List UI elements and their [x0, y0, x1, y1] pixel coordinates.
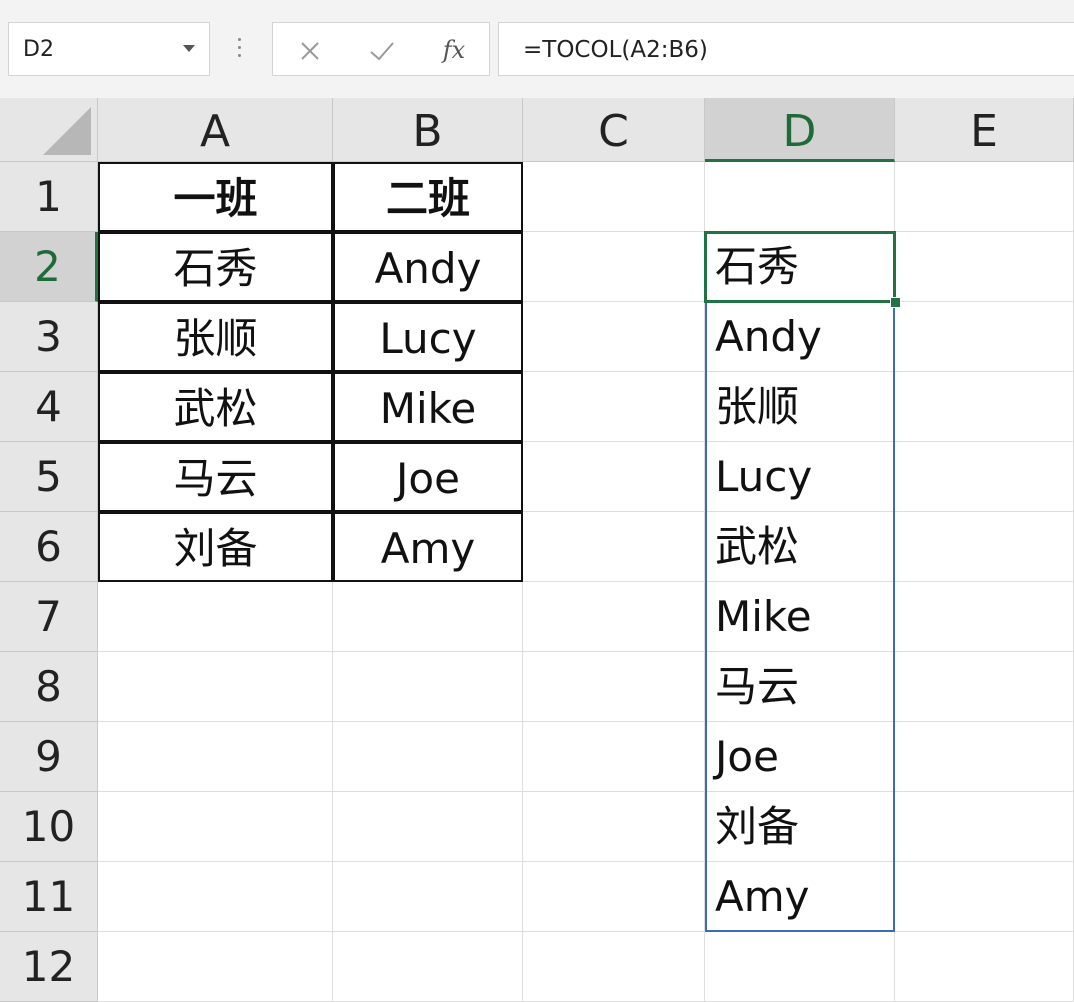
cell-b6[interactable]: Amy — [333, 512, 523, 582]
spreadsheet-grid: A B C D E 1 一班 二班 2 石秀 Andy 石秀 3 张顺 Lucy Andy 4 武松 Mike 张顺 5… — [0, 98, 1074, 1002]
cell-b12[interactable] — [333, 932, 523, 1002]
cell-b3[interactable]: Lucy — [333, 302, 523, 372]
cell-b5[interactable]: Joe — [333, 442, 523, 512]
cell-c4[interactable] — [523, 372, 705, 442]
cell-d1[interactable] — [705, 162, 895, 232]
select-all-icon — [43, 107, 91, 155]
name-box[interactable]: D2 — [8, 22, 210, 76]
row-header-6[interactable]: 6 — [0, 512, 98, 582]
cell-d2[interactable]: 石秀 — [705, 232, 895, 302]
cell-d4[interactable]: 张顺 — [705, 372, 895, 442]
cell-e9[interactable] — [895, 722, 1074, 792]
cell-e2[interactable] — [895, 232, 1074, 302]
cell-c3[interactable] — [523, 302, 705, 372]
cell-a1[interactable]: 一班 — [98, 162, 333, 232]
check-icon[interactable] — [357, 23, 407, 77]
cell-e4[interactable] — [895, 372, 1074, 442]
row-header-7[interactable]: 7 — [0, 582, 98, 652]
name-box-value: D2 — [23, 37, 54, 62]
formula-buttons: fx — [272, 22, 490, 76]
cell-b10[interactable] — [333, 792, 523, 862]
cell-c12[interactable] — [523, 932, 705, 1002]
cell-d10[interactable]: 刘备 — [705, 792, 895, 862]
fill-handle[interactable] — [890, 297, 901, 308]
cell-b7[interactable] — [333, 582, 523, 652]
cell-e3[interactable] — [895, 302, 1074, 372]
row-header-2[interactable]: 2 — [0, 232, 98, 302]
cell-c10[interactable] — [523, 792, 705, 862]
cell-c7[interactable] — [523, 582, 705, 652]
cell-d7[interactable]: Mike — [705, 582, 895, 652]
row-header-5[interactable]: 5 — [0, 442, 98, 512]
cell-e12[interactable] — [895, 932, 1074, 1002]
cell-c6[interactable] — [523, 512, 705, 582]
row-header-10[interactable]: 10 — [0, 792, 98, 862]
cell-a9[interactable] — [98, 722, 333, 792]
select-all-corner[interactable] — [0, 98, 98, 162]
row-header-11[interactable]: 11 — [0, 862, 98, 932]
cell-a5[interactable]: 马云 — [98, 442, 333, 512]
column-header-b[interactable]: B — [333, 98, 523, 162]
cell-b9[interactable] — [333, 722, 523, 792]
cell-c11[interactable] — [523, 862, 705, 932]
column-header-c[interactable]: C — [523, 98, 705, 162]
close-icon[interactable] — [285, 23, 335, 77]
formula-text: =TOCOL(A2:B6) — [523, 37, 708, 63]
cell-e10[interactable] — [895, 792, 1074, 862]
column-header-a[interactable]: A — [98, 98, 333, 162]
cell-d12[interactable] — [705, 932, 895, 1002]
cell-a3[interactable]: 张顺 — [98, 302, 333, 372]
cell-b8[interactable] — [333, 652, 523, 722]
cell-c8[interactable] — [523, 652, 705, 722]
cell-d9[interactable]: Joe — [705, 722, 895, 792]
row-header-9[interactable]: 9 — [0, 722, 98, 792]
cell-d3[interactable]: Andy — [705, 302, 895, 372]
cell-b11[interactable] — [333, 862, 523, 932]
cell-b1[interactable]: 二班 — [333, 162, 523, 232]
column-header-d[interactable]: D — [705, 98, 895, 162]
cell-e8[interactable] — [895, 652, 1074, 722]
chevron-down-icon[interactable] — [183, 45, 195, 52]
column-header-e[interactable]: E — [895, 98, 1074, 162]
cell-a4[interactable]: 武松 — [98, 372, 333, 442]
cell-e11[interactable] — [895, 862, 1074, 932]
row-header-1[interactable]: 1 — [0, 162, 98, 232]
cell-a7[interactable] — [98, 582, 333, 652]
cell-b4[interactable]: Mike — [333, 372, 523, 442]
cell-d5[interactable]: Lucy — [705, 442, 895, 512]
row-header-12[interactable]: 12 — [0, 932, 98, 1002]
insert-function-button[interactable]: fx — [429, 23, 479, 77]
cell-d6[interactable]: 武松 — [705, 512, 895, 582]
cell-e7[interactable] — [895, 582, 1074, 652]
row-header-3[interactable]: 3 — [0, 302, 98, 372]
drag-handle-icon[interactable] — [238, 38, 242, 62]
cell-c1[interactable] — [523, 162, 705, 232]
cell-a10[interactable] — [98, 792, 333, 862]
cell-a8[interactable] — [98, 652, 333, 722]
cell-e5[interactable] — [895, 442, 1074, 512]
cell-a2[interactable]: 石秀 — [98, 232, 333, 302]
cell-c9[interactable] — [523, 722, 705, 792]
formula-bar: D2 fx =TOCOL(A2:B6) — [0, 0, 1074, 98]
cell-b2[interactable]: Andy — [333, 232, 523, 302]
cell-d11[interactable]: Amy — [705, 862, 895, 932]
cell-d8[interactable]: 马云 — [705, 652, 895, 722]
formula-input[interactable]: =TOCOL(A2:B6) — [498, 22, 1074, 76]
cell-a11[interactable] — [98, 862, 333, 932]
row-header-4[interactable]: 4 — [0, 372, 98, 442]
row-header-8[interactable]: 8 — [0, 652, 98, 722]
cell-a12[interactable] — [98, 932, 333, 1002]
cell-a6[interactable]: 刘备 — [98, 512, 333, 582]
cell-e1[interactable] — [895, 162, 1074, 232]
cell-c2[interactable] — [523, 232, 705, 302]
cell-c5[interactable] — [523, 442, 705, 512]
cell-e6[interactable] — [895, 512, 1074, 582]
